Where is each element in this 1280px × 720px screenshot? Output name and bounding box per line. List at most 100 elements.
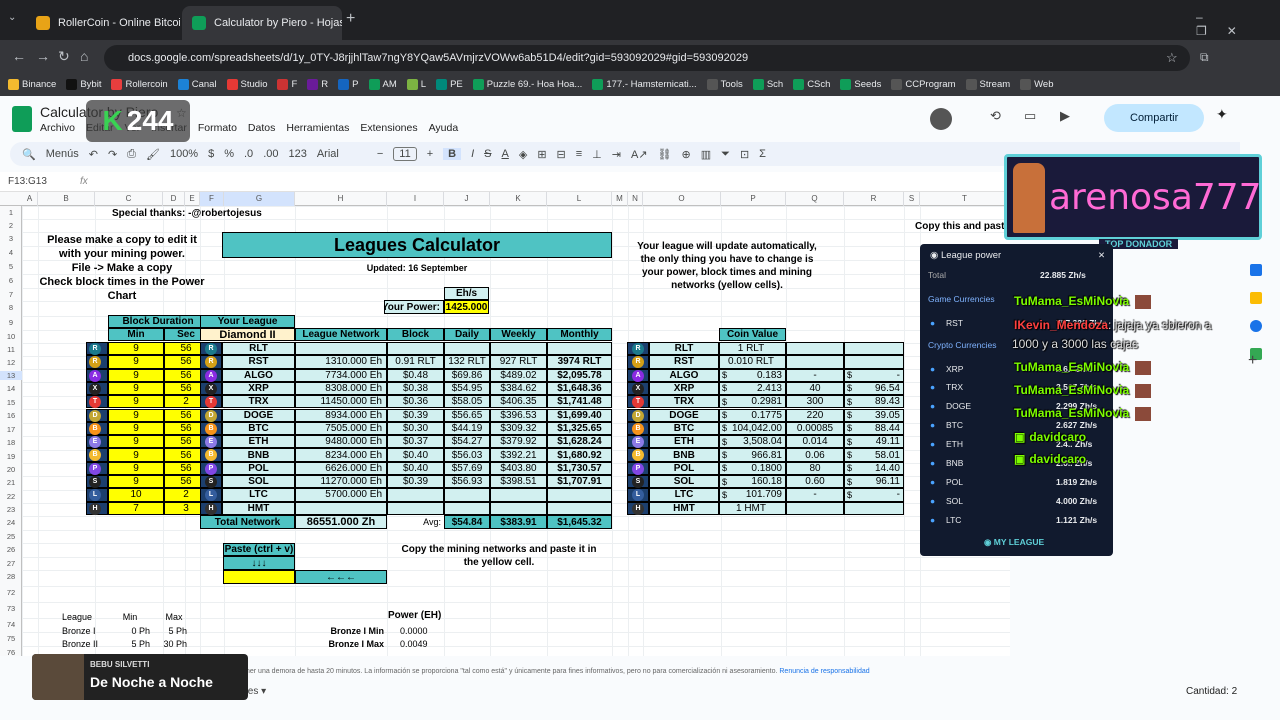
column-header-j[interactable]: J	[444, 192, 490, 206]
row-header-23[interactable]: 23	[0, 505, 22, 514]
bookmark-item[interactable]: R	[307, 78, 328, 90]
row-header-6[interactable]: 6	[0, 276, 22, 285]
menu-item-ayuda[interactable]: Ayuda	[429, 122, 459, 134]
contacts-icon[interactable]	[1250, 320, 1262, 332]
column-header-i[interactable]: I	[387, 192, 444, 206]
column-header-e[interactable]: E	[185, 192, 200, 206]
bookmark-item[interactable]: Canal	[177, 78, 217, 90]
row-header-1[interactable]: 1	[0, 208, 22, 217]
row-header-8[interactable]: 8	[0, 303, 22, 312]
wrap-icon[interactable]: ⇥	[612, 148, 621, 161]
bookmark-item[interactable]: Seeds	[840, 78, 881, 90]
column-header-h[interactable]: H	[295, 192, 387, 206]
comment-icon[interactable]: ▭	[1024, 108, 1036, 124]
row-header-19[interactable]: 19	[0, 452, 22, 461]
percent-button[interactable]: %	[224, 148, 234, 160]
avatar[interactable]	[930, 108, 952, 130]
block-min-input[interactable]: 9	[108, 342, 164, 356]
column-header-a[interactable]: A	[22, 192, 38, 206]
column-header-s[interactable]: S	[904, 192, 920, 206]
row-header-73[interactable]: 73	[0, 604, 22, 613]
row-header-15[interactable]: 15	[0, 398, 22, 407]
column-header-p[interactable]: P	[721, 192, 786, 206]
reload-icon[interactable]: ↻	[58, 48, 70, 65]
row-header-14[interactable]: 14	[0, 384, 22, 393]
row-header-20[interactable]: 20	[0, 465, 22, 474]
row-header-12[interactable]: 12	[0, 358, 22, 367]
bookmark-item[interactable]: L	[406, 78, 426, 90]
bookmark-item[interactable]: PE	[436, 78, 463, 90]
block-min-input[interactable]: 9	[108, 408, 164, 422]
paint-format-icon[interactable]: 🖌	[146, 148, 160, 161]
bookmark-item[interactable]: Web	[1020, 78, 1054, 90]
block-min-input[interactable]: 9	[108, 381, 164, 396]
sheet-grid[interactable]: Special thanks: -@robertojesus Please mak…	[22, 206, 1010, 656]
redo-icon[interactable]: ↷	[108, 148, 117, 161]
bookmark-star-icon[interactable]: ☆	[1166, 50, 1178, 66]
column-header-o[interactable]: O	[643, 192, 721, 206]
fill-color-icon[interactable]: ◈	[519, 148, 527, 161]
bookmark-item[interactable]: Puzzle 69.- Hoa Hoa...	[472, 78, 582, 90]
block-min-input[interactable]: 10	[108, 488, 164, 502]
bookmark-item[interactable]: Studio	[226, 78, 267, 90]
filter-icon[interactable]: ⏷	[721, 148, 730, 161]
print-icon[interactable]: ⎙	[127, 148, 136, 161]
strikethrough-button[interactable]: S	[484, 148, 491, 160]
row-header-4[interactable]: 4	[0, 248, 22, 257]
row-header-11[interactable]: 11	[0, 345, 22, 354]
search-icon[interactable]: 🔍	[22, 148, 36, 161]
row-header-72[interactable]: 72	[0, 588, 22, 597]
menu-item-extensiones[interactable]: Extensiones	[360, 122, 417, 134]
font-size-input[interactable]: 11	[393, 147, 417, 161]
window-controls[interactable]: –❐✕	[1196, 10, 1280, 38]
bookmark-item[interactable]: CSch	[793, 78, 830, 90]
column-header-d[interactable]: D	[163, 192, 185, 206]
block-min-input[interactable]: 9	[108, 461, 164, 475]
filter-views-icon[interactable]: ⊡	[740, 148, 749, 161]
bookmark-item[interactable]: CCProgram	[891, 78, 956, 90]
menu-item-datos[interactable]: Datos	[248, 122, 275, 134]
my-league-button[interactable]: ◉ MY LEAGUE	[984, 537, 1044, 548]
block-min-input[interactable]: 9	[108, 421, 164, 436]
bookmark-item[interactable]: Tools	[706, 78, 743, 90]
borders-icon[interactable]: ⊞	[537, 148, 546, 161]
calendar-icon[interactable]	[1250, 264, 1262, 276]
history-icon[interactable]: ⟲	[990, 108, 1001, 124]
bookmark-item[interactable]: Rollercoin	[111, 78, 168, 90]
bookmark-item[interactable]: F	[277, 78, 297, 90]
column-header-t[interactable]: T	[920, 192, 1010, 206]
column-header-l[interactable]: L	[547, 192, 612, 206]
add-addon-icon[interactable]: +	[1248, 352, 1257, 370]
sheets-logo-icon[interactable]	[12, 106, 32, 132]
decrease-decimal-button[interactable]: .0	[244, 148, 253, 160]
row-header-22[interactable]: 22	[0, 492, 22, 501]
font-size-plus[interactable]: +	[427, 148, 433, 160]
home-icon[interactable]: ⌂	[80, 48, 88, 64]
menus-search[interactable]: Menús	[46, 148, 79, 160]
block-min-input[interactable]: 9	[108, 355, 164, 369]
column-header-n[interactable]: N	[628, 192, 643, 206]
keep-icon[interactable]	[1250, 292, 1262, 304]
paste-target-cell[interactable]	[223, 570, 295, 584]
merge-icon[interactable]: ⊟	[557, 148, 566, 161]
row-header-5[interactable]: 5	[0, 262, 22, 271]
row-header-21[interactable]: 21	[0, 478, 22, 487]
row-header-3[interactable]: 3	[0, 234, 22, 243]
column-header-q[interactable]: Q	[786, 192, 844, 206]
increase-decimal-button[interactable]: .00	[263, 148, 278, 160]
your-power-input[interactable]: 1425.000	[444, 300, 489, 314]
row-header-25[interactable]: 25	[0, 532, 22, 541]
column-header-r[interactable]: R	[844, 192, 904, 206]
block-min-input[interactable]: 7	[108, 501, 164, 515]
rotate-icon[interactable]: A↗	[631, 148, 648, 161]
bookmark-item[interactable]: Stream	[965, 78, 1010, 90]
row-header-2[interactable]: 2	[0, 221, 22, 230]
bookmark-item[interactable]: AM	[368, 78, 397, 90]
currency-button[interactable]: $	[208, 148, 214, 160]
bookmark-item[interactable]: Sch	[752, 78, 783, 90]
row-header-75[interactable]: 75	[0, 634, 22, 643]
share-button[interactable]: Compartir	[1104, 104, 1204, 132]
valign-icon[interactable]: ⊥	[592, 148, 602, 161]
link-icon[interactable]: ⛓	[658, 148, 672, 161]
column-header-k[interactable]: K	[490, 192, 547, 206]
